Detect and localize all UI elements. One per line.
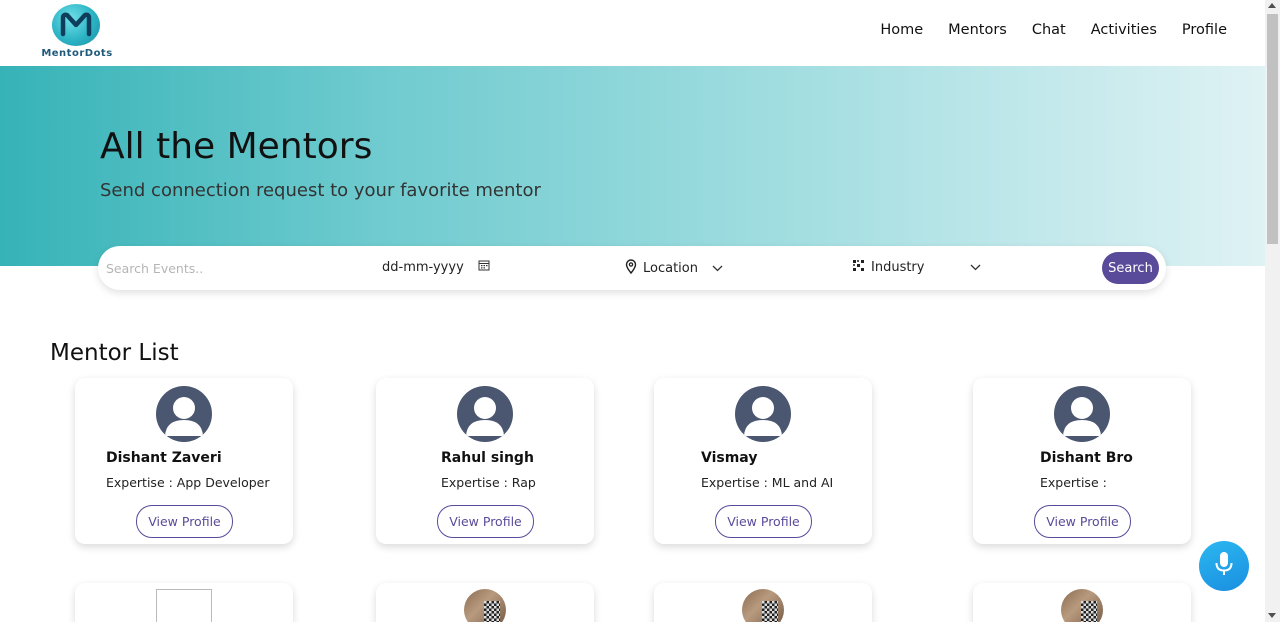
avatar	[464, 589, 506, 622]
view-profile-button[interactable]: View Profile	[437, 505, 534, 538]
brand-name: MentorDots	[41, 48, 113, 59]
search-input[interactable]	[106, 258, 366, 278]
mentor-name: Dishant Bro	[1040, 450, 1133, 466]
nav-profile[interactable]: Profile	[1182, 22, 1227, 38]
avatar	[1054, 386, 1110, 442]
mentor-name: Rahul singh	[441, 450, 534, 466]
avatar	[1061, 589, 1103, 622]
mentor-card: Vismay Expertise : ML and AI View Profil…	[654, 378, 872, 544]
mentor-expertise: Expertise : ML and AI	[701, 475, 834, 490]
page-title: All the Mentors	[100, 126, 373, 167]
mentor-expertise: Expertise : Rap	[441, 475, 536, 490]
industry-select[interactable]: Industry	[852, 259, 981, 276]
location-select[interactable]: Location	[625, 259, 723, 278]
chevron-down-icon	[970, 260, 981, 275]
location-pin-icon	[625, 259, 637, 278]
avatar	[156, 386, 212, 442]
nav-mentors[interactable]: Mentors	[948, 22, 1007, 38]
mentor-card	[654, 583, 872, 622]
nav-home[interactable]: Home	[880, 22, 923, 38]
industry-icon	[852, 259, 865, 276]
date-field[interactable]: dd-mm-yyyy	[382, 259, 490, 275]
broken-image-icon	[156, 589, 212, 622]
search-button[interactable]: Search	[1102, 252, 1159, 284]
mentor-card: Rahul singh Expertise : Rap View Profile	[376, 378, 594, 544]
scrollbar-thumb[interactable]	[1267, 14, 1278, 244]
search-bar: dd-mm-yyyy Location Industry Search	[98, 246, 1166, 290]
nav-chat[interactable]: Chat	[1032, 22, 1066, 38]
mentor-card	[376, 583, 594, 622]
avatar	[735, 386, 791, 442]
mentor-name: Dishant Zaveri	[106, 450, 222, 466]
mentor-list-title: Mentor List	[50, 340, 179, 366]
mentor-card: Dishant Zaveri Expertise : App Developer…	[75, 378, 293, 544]
mentor-card: Dishant Bro Expertise : View Profile	[973, 378, 1191, 544]
main-nav: Home Mentors Chat Activities Profile	[880, 22, 1227, 38]
avatar	[457, 386, 513, 442]
mentor-card	[75, 583, 293, 622]
mentordots-logo-icon	[52, 4, 100, 46]
page-scrollbar[interactable]	[1265, 0, 1280, 622]
view-profile-button[interactable]: View Profile	[136, 505, 233, 538]
calendar-icon[interactable]	[478, 259, 490, 275]
mentor-expertise: Expertise : App Developer	[106, 475, 270, 490]
brand-logo[interactable]: MentorDots	[36, 4, 118, 62]
view-profile-button[interactable]: View Profile	[1034, 505, 1131, 538]
scroll-down-icon[interactable]	[1268, 613, 1276, 618]
avatar	[742, 589, 784, 622]
scroll-up-icon[interactable]	[1268, 3, 1276, 8]
page-subtitle: Send connection request to your favorite…	[100, 180, 541, 201]
mentor-card	[973, 583, 1191, 622]
top-header: MentorDots Home Mentors Chat Activities …	[0, 0, 1265, 66]
hero-banner: All the Mentors Send connection request …	[0, 66, 1265, 266]
voice-assistant-button[interactable]	[1199, 541, 1249, 591]
chevron-down-icon	[712, 261, 723, 276]
view-profile-button[interactable]: View Profile	[715, 505, 812, 538]
mentor-expertise: Expertise :	[1040, 475, 1107, 490]
microphone-icon	[1214, 551, 1234, 581]
mentor-name: Vismay	[701, 450, 758, 466]
date-placeholder: dd-mm-yyyy	[382, 259, 464, 275]
location-label: Location	[643, 261, 698, 276]
nav-activities[interactable]: Activities	[1091, 22, 1157, 38]
industry-label: Industry	[871, 260, 925, 275]
